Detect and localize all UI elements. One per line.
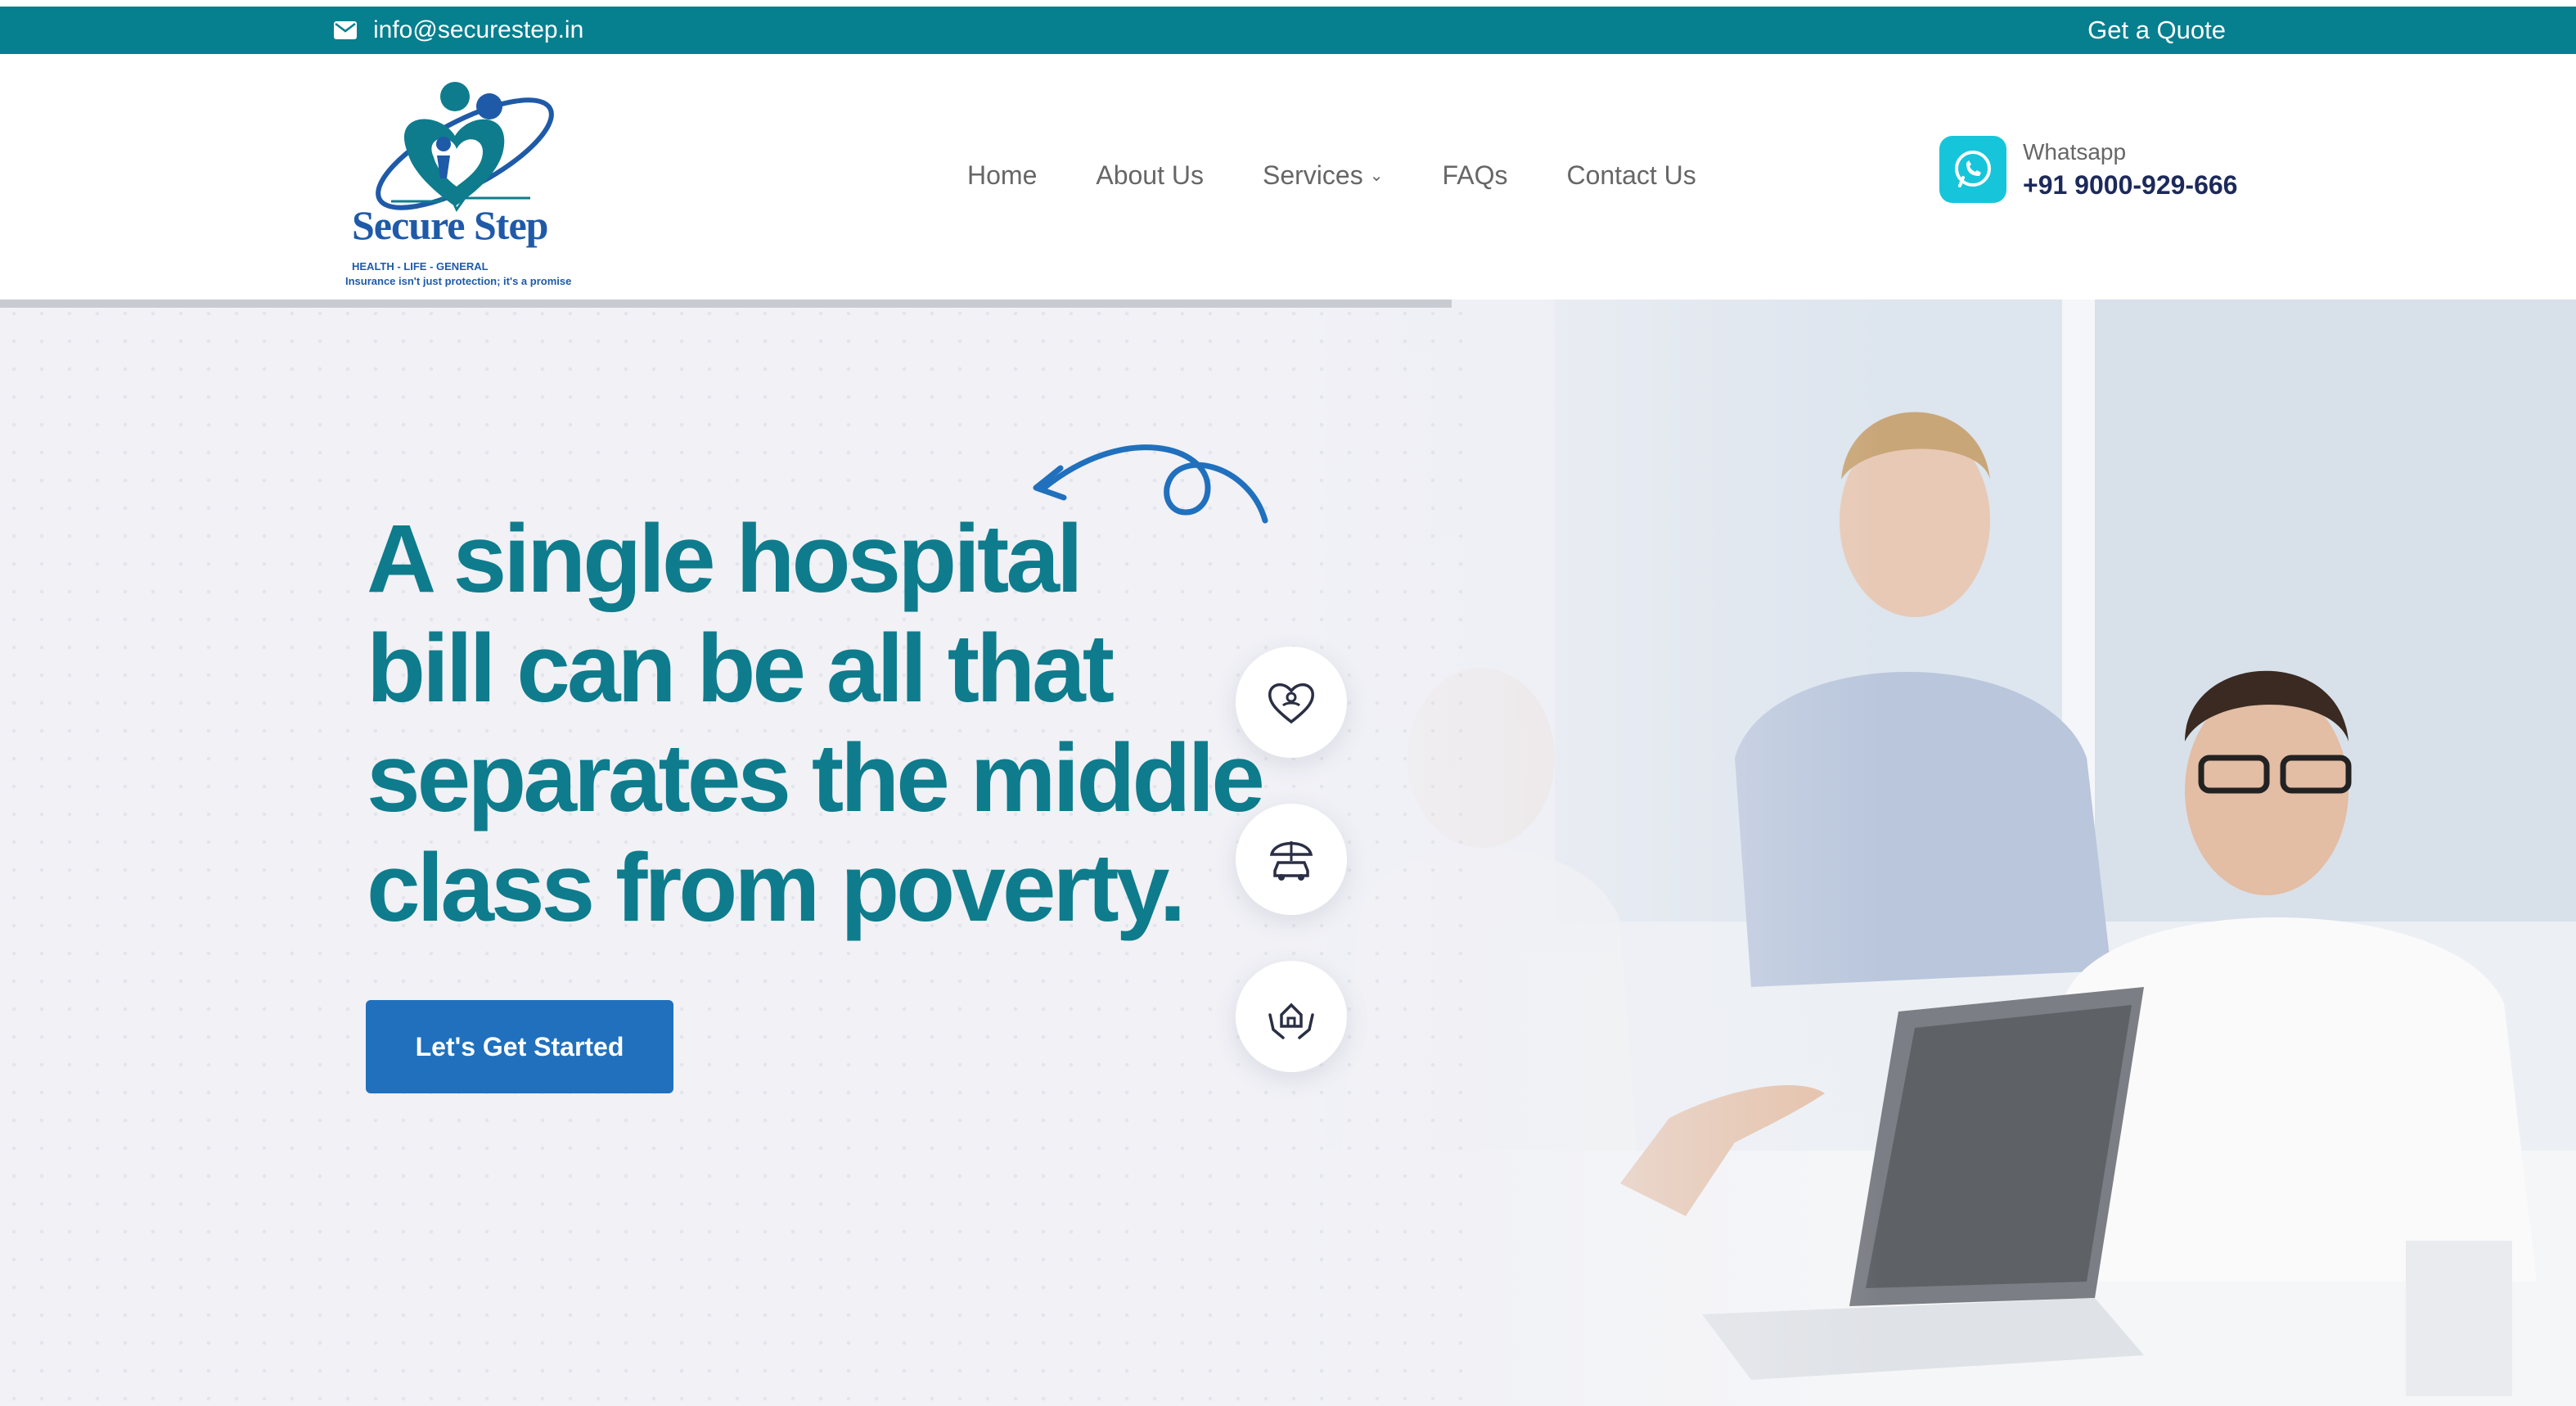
- whatsapp-contact[interactable]: Whatsapp +91 9000-929-666: [1939, 136, 2237, 203]
- headline-line-2: bill can be all that: [367, 615, 1115, 723]
- email-link[interactable]: info@securestep.in: [334, 7, 583, 54]
- logo[interactable]: Secure Step HEALTH - LIFE - GENERAL Insu…: [342, 79, 579, 287]
- health-insurance-button[interactable]: [1236, 647, 1347, 758]
- top-bar: info@securestep.in Get a Quote: [0, 7, 2576, 54]
- heart-care-icon: [1268, 683, 1314, 724]
- nav-services-label: Services: [1262, 160, 1363, 190]
- headline-line-4: class from poverty.: [367, 834, 1186, 942]
- nav-services[interactable]: Services ⌄: [1263, 160, 1383, 191]
- nav-faqs[interactable]: FAQs: [1442, 160, 1507, 191]
- headline-line-1: A single hospital: [367, 505, 1083, 613]
- chevron-down-icon: ⌄: [1369, 167, 1384, 185]
- car-umbrella-icon: [1269, 841, 1313, 881]
- logo-name: Secure Step: [352, 202, 548, 248]
- main-nav: Home About Us Services ⌄ FAQs Contact Us: [967, 160, 1696, 191]
- get-quote-link[interactable]: Get a Quote: [2087, 7, 2226, 54]
- hero-slider-progress: [0, 300, 1452, 308]
- email-text: info@securestep.in: [373, 16, 584, 43]
- whatsapp-number[interactable]: +91 9000-929-666: [2023, 170, 2237, 201]
- nav-contact-us[interactable]: Contact Us: [1566, 160, 1696, 191]
- whatsapp-label: Whatsapp: [2023, 138, 2127, 164]
- logo-mark: [376, 82, 554, 212]
- site-header: Secure Step HEALTH - LIFE - GENERAL Insu…: [0, 54, 2576, 300]
- nav-home[interactable]: Home: [967, 160, 1037, 191]
- get-started-button[interactable]: Let's Get Started: [366, 1000, 673, 1093]
- whatsapp-text: Whatsapp +91 9000-929-666: [2023, 139, 2237, 201]
- home-insurance-button[interactable]: [1236, 961, 1347, 1072]
- hero-headline: A single hospital bill can be all that s…: [367, 504, 1267, 943]
- motor-insurance-button[interactable]: [1236, 804, 1347, 915]
- hero-section: A single hospital bill can be all that s…: [0, 300, 2576, 1406]
- headline-line-3: separates the middle: [367, 724, 1265, 832]
- whatsapp-icon: [1939, 136, 2006, 203]
- house-hands-icon: [1268, 1003, 1314, 1039]
- nav-about-us[interactable]: About Us: [1096, 160, 1204, 191]
- logo-subtitle: HEALTH - LIFE - GENERAL: [352, 260, 489, 273]
- envelope-icon: [334, 21, 357, 39]
- logo-tagline: Insurance isn't just protection; it's a …: [345, 275, 572, 287]
